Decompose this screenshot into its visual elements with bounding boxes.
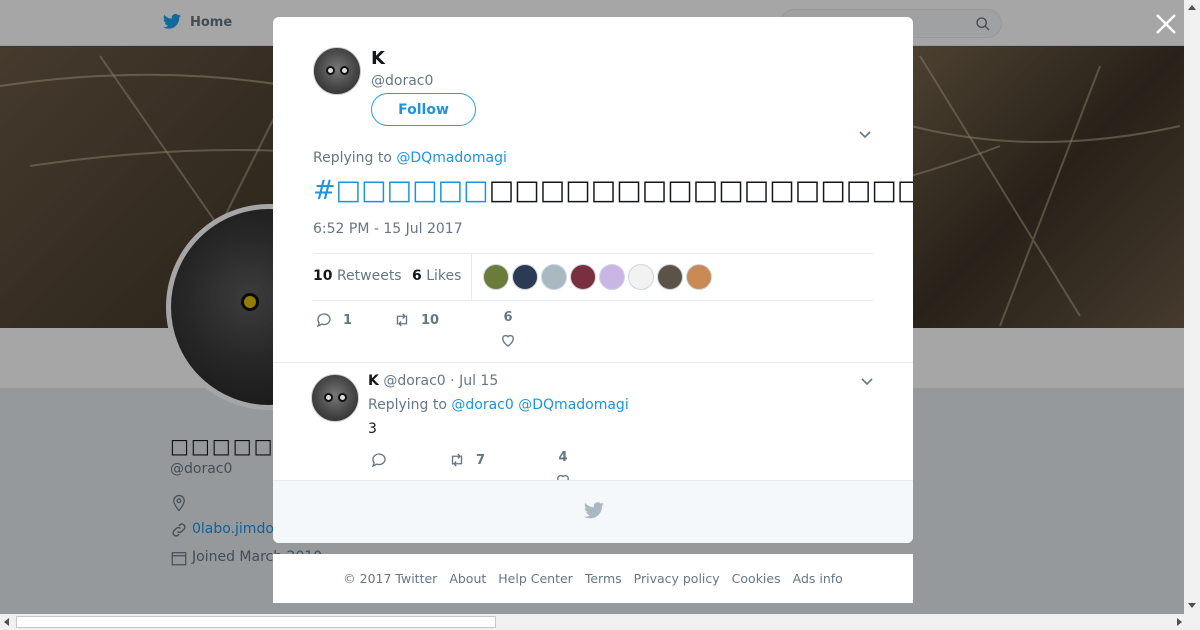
liker-avatar[interactable] xyxy=(657,264,683,290)
reply-count: 1 xyxy=(343,312,353,328)
liker-avatar[interactable] xyxy=(599,264,625,290)
follow-button[interactable]: Follow xyxy=(371,93,476,126)
liker-avatar[interactable] xyxy=(512,264,538,290)
tweet-body: □□□□□□□□□□□□□□□□□□□□□□□□□□□□□□□□□□□□□□□□… xyxy=(488,175,913,206)
footer-link-privacy[interactable]: Privacy policy xyxy=(634,571,720,586)
reply-author-avatar[interactable] xyxy=(311,374,359,422)
reply-replying-to-link-2[interactable]: @DQmadomagi xyxy=(518,397,628,413)
reply-separator xyxy=(273,362,913,363)
tweet-stats: 10 Retweets 6 Likes xyxy=(313,253,873,301)
reply-header: K @dorac0 · Jul 15 xyxy=(368,373,498,389)
footer-link-terms[interactable]: Terms xyxy=(585,571,622,586)
footer-copyright: © 2017 Twitter xyxy=(343,571,438,586)
footer-link-help-center[interactable]: Help Center xyxy=(498,571,573,586)
footer-link-cookies[interactable]: Cookies xyxy=(732,571,781,586)
like-button[interactable]: 6 xyxy=(499,310,517,349)
reply-retweet-icon xyxy=(451,453,463,467)
stats-divider xyxy=(471,254,472,301)
likers-avatars xyxy=(483,264,712,290)
footer-link-ads-info[interactable]: Ads info xyxy=(793,571,843,586)
retweet-count: 10 xyxy=(421,312,440,328)
reply-replying-prefix: Replying to xyxy=(368,397,447,413)
reply-reply-button[interactable] xyxy=(370,451,388,469)
twitter-bird-footer-icon xyxy=(583,502,605,519)
replying-to-link[interactable]: @DQmadomagi xyxy=(396,150,506,166)
hashtag-link[interactable]: #□□□□□□ xyxy=(313,175,489,206)
reply-chevron-down-icon[interactable] xyxy=(859,374,875,390)
scroll-left-arrow-icon[interactable] xyxy=(4,618,9,626)
tweet-timestamp[interactable]: 6:52 PM - 15 Jul 2017 xyxy=(313,221,463,237)
liker-avatar[interactable] xyxy=(570,264,596,290)
footer-link-about[interactable]: About xyxy=(449,571,486,586)
likes-count: 6 xyxy=(412,268,422,284)
site-footer: © 2017 Twitter About Help Center Terms P… xyxy=(273,554,913,603)
reply-replying-to-link-1[interactable]: @dorac0 xyxy=(451,397,513,413)
chevron-down-icon[interactable] xyxy=(857,127,873,143)
reply-date[interactable]: · Jul 15 xyxy=(450,373,498,389)
reply-icon xyxy=(316,313,331,328)
scroll-right-arrow-icon[interactable] xyxy=(1177,618,1182,626)
horizontal-scrollbar[interactable] xyxy=(0,614,1200,630)
retweet-button[interactable]: 10 xyxy=(393,311,439,329)
vertical-scrollbar[interactable] xyxy=(1184,0,1200,614)
likes-label: Likes xyxy=(426,268,462,284)
like-count: 6 xyxy=(503,310,513,325)
reply-text: 3 xyxy=(368,421,377,437)
liker-avatar[interactable] xyxy=(686,264,712,290)
tweet-author-avatar[interactable] xyxy=(313,47,361,95)
tweet-actions: 1 10 6 xyxy=(313,309,873,349)
tweet-text: #□□□□□□□□□□□□□□□□□□□□□□□□□□□□□□□□□□□□□□□… xyxy=(313,175,913,206)
modal-footer xyxy=(273,480,913,543)
liker-avatar[interactable] xyxy=(628,264,654,290)
reply-reply-icon xyxy=(371,453,386,468)
replying-prefix: Replying to xyxy=(313,150,392,166)
tweet-author-handle[interactable]: @dorac0 xyxy=(371,73,433,89)
retweets-count: 10 xyxy=(313,268,333,284)
reply-author-handle[interactable]: @dorac0 xyxy=(383,373,445,389)
reply-like-count: 4 xyxy=(558,450,568,465)
reply-author-name[interactable]: K xyxy=(368,373,379,389)
heart-icon xyxy=(502,334,514,347)
replying-to-line: Replying to @DQmadomagi xyxy=(313,150,507,166)
liker-avatar[interactable] xyxy=(483,264,509,290)
scroll-up-arrow-icon[interactable] xyxy=(1188,5,1196,10)
reply-replying-to-line: Replying to @dorac0 @DQmadomagi xyxy=(368,397,629,413)
tweet-author-name[interactable]: K xyxy=(371,48,385,69)
liker-avatar[interactable] xyxy=(541,264,567,290)
reply-retweet-count: 7 xyxy=(476,452,486,468)
retweets-stat[interactable]: 10 Retweets xyxy=(313,268,402,284)
reply-retweet-button[interactable]: 7 xyxy=(448,451,485,469)
reply-button[interactable]: 1 xyxy=(315,311,352,329)
tweet-modal: K @dorac0 Follow Replying to @DQmadomagi… xyxy=(273,17,913,543)
retweets-label: Retweets xyxy=(336,268,402,284)
close-icon[interactable] xyxy=(1152,10,1180,38)
likes-stat[interactable]: 6 Likes xyxy=(412,268,461,284)
scroll-down-arrow-icon[interactable] xyxy=(1188,603,1196,608)
retweet-icon xyxy=(396,313,408,327)
horizontal-scroll-thumb[interactable] xyxy=(16,616,496,628)
